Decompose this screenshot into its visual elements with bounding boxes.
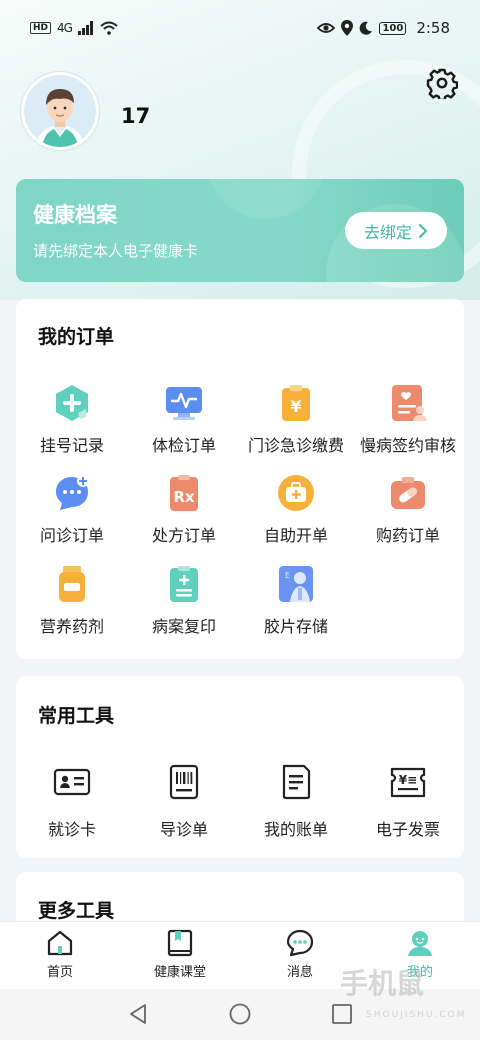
order-item-label: 处方订单 bbox=[151, 526, 216, 545]
record-copy-icon bbox=[170, 566, 198, 602]
tool-item-visit-card[interactable]: 就诊卡 bbox=[16, 762, 128, 842]
order-item-label: 购药订单 bbox=[375, 526, 440, 545]
order-item-drug[interactable]: 购药订单 bbox=[352, 473, 464, 553]
order-item-record-copy[interactable]: 病案复印 bbox=[128, 564, 240, 644]
tab-home[interactable]: 首页 bbox=[0, 928, 120, 980]
message-bubble-icon bbox=[286, 929, 314, 957]
chat-plus-icon bbox=[56, 475, 89, 510]
home-circle-icon[interactable] bbox=[228, 1002, 252, 1026]
back-triangle-icon[interactable] bbox=[126, 1002, 150, 1026]
status-right: 100 2:58 bbox=[317, 19, 450, 37]
order-item-label: 挂号记录 bbox=[39, 436, 104, 455]
health-card-title: 健康档案 bbox=[33, 203, 117, 227]
order-item-film[interactable]: E 胶片存储 bbox=[240, 564, 352, 644]
hd-badge: HD bbox=[30, 22, 52, 34]
svg-text:Rx: Rx bbox=[173, 488, 195, 506]
clock-time: 2:58 bbox=[416, 19, 450, 37]
bill-document-icon bbox=[282, 764, 311, 800]
watermark-text: 手机鼠 bbox=[340, 967, 425, 1000]
tab-health-class[interactable]: 健康课堂 bbox=[120, 928, 240, 980]
bind-button[interactable]: 去绑定 bbox=[345, 212, 447, 249]
order-item-checkup[interactable]: 体检订单 bbox=[128, 383, 240, 463]
username: 17 bbox=[121, 104, 151, 128]
tool-item-label: 我的账单 bbox=[263, 820, 328, 839]
svg-text:E: E bbox=[285, 571, 290, 580]
tools-title: 常用工具 bbox=[38, 705, 115, 727]
home-icon bbox=[47, 930, 73, 956]
order-item-nutrition[interactable]: 营养药剂 bbox=[16, 564, 128, 644]
order-item-label: 慢病签约审核 bbox=[359, 436, 456, 455]
eye-icon bbox=[317, 23, 336, 33]
chronic-contract-icon bbox=[392, 385, 427, 421]
order-item-label: 病案复印 bbox=[151, 617, 216, 636]
more-tools-title: 更多工具 bbox=[38, 900, 115, 922]
status-bar: HD 4G 100 2:58 bbox=[0, 0, 480, 56]
order-item-prescription[interactable]: Rx 处方订单 bbox=[128, 473, 240, 553]
tool-item-guide-slip[interactable]: 导诊单 bbox=[128, 762, 240, 842]
watermark: 手机鼠 SHOUJISHU.COM bbox=[340, 962, 470, 1026]
yen-clipboard-icon: ¥ bbox=[282, 385, 310, 421]
order-item-register[interactable]: 挂号记录 bbox=[16, 383, 128, 463]
profile-icon bbox=[408, 931, 432, 956]
health-record-card[interactable]: 健康档案 请先绑定本人电子健康卡 去绑定 bbox=[16, 179, 464, 282]
id-card-icon bbox=[53, 768, 91, 796]
tab-label: 消息 bbox=[286, 965, 313, 980]
svg-text:¥≡: ¥≡ bbox=[399, 773, 417, 787]
invoice-receipt-icon: ¥≡ bbox=[390, 767, 426, 798]
pill-box-icon bbox=[391, 477, 425, 509]
tab-label: 首页 bbox=[46, 965, 73, 980]
order-item-label: 胶片存储 bbox=[263, 617, 328, 636]
order-item-label: 体检订单 bbox=[151, 436, 216, 455]
avatar[interactable] bbox=[21, 72, 99, 150]
order-item-consult[interactable]: 问诊订单 bbox=[16, 473, 128, 553]
tool-item-invoice[interactable]: ¥≡ 电子发票 bbox=[352, 762, 464, 842]
svg-text:¥: ¥ bbox=[290, 397, 301, 416]
order-item-self-order[interactable]: 自助开单 bbox=[240, 473, 352, 553]
tool-item-label: 电子发票 bbox=[375, 820, 440, 839]
tool-item-label: 导诊单 bbox=[159, 820, 208, 839]
tools-card: 常用工具 就诊卡 导诊单 我的账单 ¥≡ 电子发票 bbox=[16, 676, 464, 858]
signal-icon bbox=[77, 21, 93, 35]
bookmark-book-icon bbox=[167, 929, 193, 957]
bind-button-label: 去绑定 bbox=[363, 222, 412, 242]
tab-label: 健康课堂 bbox=[153, 965, 206, 980]
network-label: 4G bbox=[57, 21, 73, 35]
battery-level: 100 bbox=[379, 21, 407, 35]
tool-item-bill[interactable]: 我的账单 bbox=[240, 762, 352, 842]
film-xray-icon: E bbox=[279, 566, 313, 602]
health-card-subtitle: 请先绑定本人电子健康卡 bbox=[33, 242, 199, 260]
chevron-right-icon bbox=[419, 223, 428, 238]
orders-title: 我的订单 bbox=[38, 326, 115, 348]
wifi-icon bbox=[100, 21, 118, 35]
nutrition-bottle-icon bbox=[59, 566, 85, 602]
prescription-rx-icon: Rx bbox=[170, 475, 198, 511]
register-record-icon bbox=[56, 385, 88, 421]
order-item-label: 门诊急诊缴费 bbox=[247, 436, 344, 455]
user-avatar-icon bbox=[24, 75, 96, 147]
orders-card: 我的订单 挂号记录 体检订单 ¥ 门诊急诊缴费 慢病签约审核 问诊订单 Rx 处… bbox=[16, 299, 464, 659]
order-item-clinic-payment[interactable]: ¥ 门诊急诊缴费 bbox=[240, 383, 352, 463]
tool-item-label: 就诊卡 bbox=[47, 820, 96, 839]
barcode-slip-icon bbox=[169, 764, 199, 800]
settings-gear-icon[interactable] bbox=[426, 67, 458, 99]
moon-icon bbox=[360, 21, 373, 35]
order-item-label: 自助开单 bbox=[263, 526, 328, 545]
location-icon bbox=[341, 20, 354, 36]
order-item-chronic[interactable]: 慢病签约审核 bbox=[352, 383, 464, 463]
order-item-label: 问诊订单 bbox=[39, 526, 104, 545]
checkup-monitor-icon bbox=[166, 387, 202, 420]
status-left: HD 4G bbox=[30, 21, 118, 35]
order-item-label: 营养药剂 bbox=[39, 617, 104, 636]
medical-kit-icon bbox=[278, 475, 314, 511]
watermark-subtext: SHOUJISHU.COM bbox=[366, 1010, 467, 1020]
